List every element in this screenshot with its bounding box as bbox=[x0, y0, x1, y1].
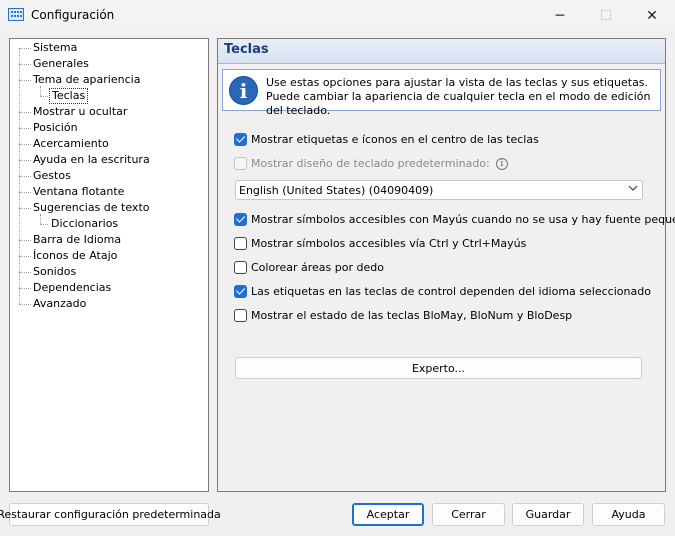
expert-button[interactable]: Experto... bbox=[235, 357, 642, 379]
accept-button[interactable]: Aceptar bbox=[352, 503, 424, 526]
option-color-by-finger[interactable]: Colorear áreas por dedo bbox=[234, 261, 384, 274]
maximize-icon: ☐ bbox=[599, 7, 613, 24]
tree-item-generales[interactable]: Generales bbox=[31, 57, 91, 71]
tree-item-sonidos[interactable]: Sonidos bbox=[31, 265, 78, 279]
checkbox-unchecked[interactable] bbox=[234, 309, 247, 322]
tree-item-dependencias[interactable]: Dependencias bbox=[31, 281, 113, 295]
option-label: Mostrar símbolos accesibles vía Ctrl y C… bbox=[251, 237, 527, 250]
tree-line bbox=[19, 256, 31, 257]
restore-defaults-button[interactable]: Restaurar configuración predeterminada bbox=[0, 503, 221, 526]
title-bar: Configuración ─ ☐ ✕ bbox=[0, 0, 675, 31]
option-label: Colorear áreas por dedo bbox=[251, 261, 384, 274]
settings-panel: Teclas i Use estas opciones para ajustar… bbox=[217, 38, 675, 492]
option-label: Mostrar símbolos accesibles con Mayús cu… bbox=[251, 213, 675, 226]
close-window-button[interactable]: ✕ bbox=[629, 0, 675, 31]
help-button[interactable]: Ayuda bbox=[592, 503, 665, 526]
tree-item-sistema[interactable]: Sistema bbox=[31, 41, 79, 55]
tree-item-barra-de-idioma[interactable]: Barra de Idioma bbox=[31, 233, 123, 247]
tree-line bbox=[19, 304, 31, 305]
tree-line bbox=[19, 64, 31, 65]
settings-tree[interactable]: Sistema Generales Tema de apariencia Tec… bbox=[9, 38, 209, 492]
option-label: Las etiquetas en las teclas de control d… bbox=[251, 285, 651, 298]
tree-line bbox=[19, 240, 31, 241]
tree-line bbox=[19, 144, 31, 145]
option-center-labels[interactable]: Mostrar etiquetas e íconos en el centro … bbox=[234, 133, 539, 146]
close-icon: ✕ bbox=[646, 7, 658, 24]
tree-item-posicion[interactable]: Posición bbox=[31, 121, 80, 135]
tree-line bbox=[19, 288, 31, 289]
tree-line bbox=[40, 224, 48, 225]
tree-item-sugerencias-de-texto[interactable]: Sugerencias de texto bbox=[31, 201, 151, 215]
tree-item-iconos-de-atajo[interactable]: Íconos de Atajo bbox=[31, 249, 119, 263]
option-lock-state[interactable]: Mostrar el estado de las teclas BloMay, … bbox=[234, 309, 572, 322]
option-control-key-labels[interactable]: Las etiquetas en las teclas de control d… bbox=[234, 285, 651, 298]
checkbox-checked[interactable] bbox=[234, 285, 247, 298]
tree-line bbox=[19, 48, 31, 49]
option-default-layout: Mostrar diseño de teclado predeterminado… bbox=[234, 157, 508, 170]
tree-item-teclas[interactable]: Teclas bbox=[49, 88, 89, 104]
info-text: Use estas opciones para ajustar la vista… bbox=[266, 76, 651, 117]
option-label: Mostrar diseño de teclado predeterminado… bbox=[251, 157, 490, 170]
info-hint-icon[interactable]: i bbox=[495, 157, 508, 170]
tree-line bbox=[19, 128, 31, 129]
tree-line bbox=[19, 160, 31, 161]
tree-item-ayuda-en-la-escritura[interactable]: Ayuda en la escritura bbox=[31, 153, 152, 167]
option-label: Mostrar etiquetas e íconos en el centro … bbox=[251, 133, 539, 146]
tree-item-avanzado[interactable]: Avanzado bbox=[31, 297, 88, 311]
tree-line bbox=[19, 192, 31, 193]
minimize-button[interactable]: ─ bbox=[537, 0, 583, 31]
tree-line bbox=[19, 112, 31, 113]
checkbox-checked[interactable] bbox=[234, 133, 247, 146]
option-shift-symbols[interactable]: Mostrar símbolos accesibles con Mayús cu… bbox=[234, 213, 675, 226]
info-icon: i bbox=[229, 76, 258, 105]
tree-line bbox=[40, 86, 41, 96]
tree-line bbox=[19, 272, 31, 273]
save-button[interactable]: Guardar bbox=[512, 503, 584, 526]
tree-line bbox=[40, 96, 48, 97]
maximize-button: ☐ bbox=[583, 0, 629, 31]
select-value: English (United States) (04090409) bbox=[239, 184, 434, 197]
option-ctrl-symbols[interactable]: Mostrar símbolos accesibles vía Ctrl y C… bbox=[234, 237, 526, 250]
keyboard-app-icon bbox=[8, 8, 24, 21]
window-title: Configuración bbox=[31, 8, 115, 22]
chevron-down-icon bbox=[628, 185, 638, 191]
tree-line bbox=[19, 176, 31, 177]
tree-item-diccionarios[interactable]: Diccionarios bbox=[49, 217, 120, 231]
tree-item-gestos[interactable]: Gestos bbox=[31, 169, 73, 183]
tree-item-acercamiento[interactable]: Acercamiento bbox=[31, 137, 111, 151]
tree-item-ventana-flotante[interactable]: Ventana flotante bbox=[31, 185, 126, 199]
tree-line bbox=[19, 208, 31, 209]
keyboard-layout-select[interactable]: English (United States) (04090409) bbox=[235, 180, 643, 200]
tree-item-mostrar-u-ocultar[interactable]: Mostrar u ocultar bbox=[31, 105, 129, 119]
checkbox-checked[interactable] bbox=[234, 213, 247, 226]
panel-header: Teclas bbox=[218, 39, 665, 64]
panel-title: Teclas bbox=[224, 42, 269, 57]
minimize-icon: ─ bbox=[555, 7, 565, 24]
info-box: i Use estas opciones para ajustar la vis… bbox=[222, 69, 661, 117]
option-label: Mostrar el estado de las teclas BloMay, … bbox=[251, 309, 573, 322]
checkbox-disabled bbox=[234, 157, 247, 170]
checkbox-unchecked[interactable] bbox=[234, 261, 247, 274]
tree-line bbox=[19, 80, 31, 81]
close-button[interactable]: Cerrar bbox=[432, 503, 505, 526]
checkbox-unchecked[interactable] bbox=[234, 237, 247, 250]
tree-line bbox=[40, 214, 41, 224]
tree-item-tema-de-apariencia[interactable]: Tema de apariencia bbox=[31, 73, 142, 87]
